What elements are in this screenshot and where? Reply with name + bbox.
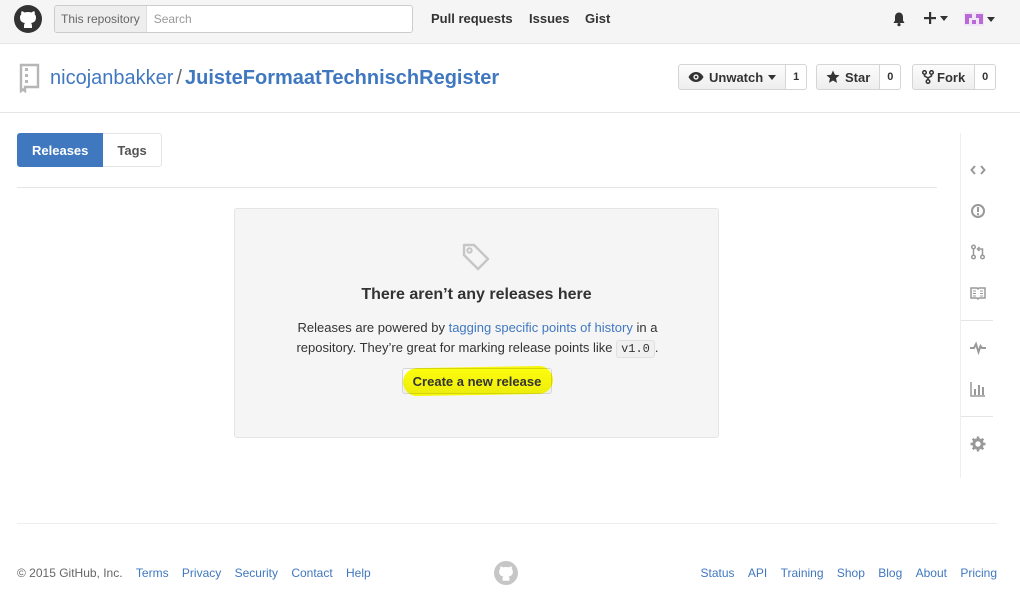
version-code: v1.0 <box>616 340 655 358</box>
search-input[interactable] <box>146 6 412 32</box>
tab-tags[interactable]: Tags <box>103 133 162 167</box>
search-box: This repository <box>54 5 413 33</box>
site-header: This repository Pull requests Issues Gis… <box>0 0 1020 44</box>
star-icon <box>826 70 840 83</box>
bell-icon[interactable] <box>891 11 907 27</box>
footer-right: Status API Training Shop Blog About Pric… <box>701 566 997 580</box>
pulse-icon[interactable] <box>970 341 986 355</box>
footer-link-privacy[interactable]: Privacy <box>182 566 221 580</box>
chevron-down-icon <box>768 74 777 80</box>
fork-count[interactable]: 0 <box>975 64 997 90</box>
blankslate-text-before: Releases are powered by <box>297 320 449 335</box>
unwatch-button[interactable]: Unwatch <box>678 64 787 90</box>
blankslate-text-after: . <box>654 340 659 355</box>
nav-issues[interactable]: Issues <box>529 11 569 26</box>
plus-icon[interactable] <box>923 11 948 25</box>
star-group: Star 0 <box>816 64 902 90</box>
footer-link-pricing[interactable]: Pricing <box>960 566 997 580</box>
footer-link-api[interactable]: API <box>748 566 767 580</box>
fork-group: Fork 0 <box>912 64 997 90</box>
issue-icon[interactable] <box>970 203 986 219</box>
create-release-label: Create a new release <box>412 373 542 389</box>
chevron-down-icon <box>940 15 948 21</box>
blankslate: There aren’t any releases here Releases … <box>234 208 719 438</box>
search-scope-label: This repository <box>55 6 147 32</box>
create-release-button[interactable]: Create a new release <box>402 368 552 394</box>
copyright: © 2015 GitHub, Inc. <box>17 566 123 580</box>
star-count[interactable]: 0 <box>880 64 902 90</box>
star-button[interactable]: Star <box>816 64 881 90</box>
wiki-icon[interactable] <box>970 286 986 300</box>
pull-request-icon[interactable] <box>970 244 986 260</box>
fork-icon <box>922 70 934 84</box>
footer-divider <box>17 523 997 524</box>
avatar-icon[interactable] <box>964 12 995 26</box>
blankslate-title: There aren’t any releases here <box>361 286 592 303</box>
repo-name-link[interactable]: JuisteFormaatTechnischRegister <box>185 67 499 89</box>
repo-separator: / <box>176 67 182 89</box>
repo-header: nicojanbakker / JuisteFormaatTechnischRegi… <box>0 44 1020 113</box>
releases-subnav: Releases Tags <box>17 133 162 167</box>
watch-count[interactable]: 1 <box>786 64 808 90</box>
graph-icon[interactable] <box>970 381 986 397</box>
footer-link-terms[interactable]: Terms <box>136 566 169 580</box>
footer-link-shop[interactable]: Shop <box>837 566 865 580</box>
code-icon[interactable] <box>970 163 986 177</box>
fork-button[interactable]: Fork <box>912 64 976 90</box>
nav-pull-requests[interactable]: Pull requests <box>431 11 513 26</box>
tagging-link[interactable]: tagging specific points of history <box>449 320 633 335</box>
repo-sidebar <box>960 133 993 478</box>
star-label: Star <box>845 69 871 85</box>
unwatch-label: Unwatch <box>709 69 764 85</box>
chevron-down-icon <box>987 16 995 22</box>
tag-icon <box>461 242 491 272</box>
rail-divider <box>961 320 993 321</box>
tab-releases[interactable]: Releases <box>17 133 104 167</box>
footer-link-training[interactable]: Training <box>781 566 824 580</box>
footer-link-contact[interactable]: Contact <box>291 566 332 580</box>
eye-icon <box>688 72 704 82</box>
footer-link-help[interactable]: Help <box>346 566 371 580</box>
fork-label: Fork <box>937 69 966 85</box>
rail-divider <box>961 416 993 417</box>
footer-link-about[interactable]: About <box>916 566 947 580</box>
footer-link-status[interactable]: Status <box>701 566 735 580</box>
footer-left: © 2015 GitHub, Inc. Terms Privacy Securi… <box>17 566 371 580</box>
footer-link-security[interactable]: Security <box>235 566 278 580</box>
repo-title: nicojanbakker / JuisteFormaatTechnischRegi… <box>50 66 499 90</box>
github-logo-icon[interactable] <box>14 5 42 33</box>
repo-owner-link[interactable]: nicojanbakker <box>50 67 173 89</box>
blankslate-description: Releases are powered by tagging specific… <box>275 318 680 359</box>
nav-gist[interactable]: Gist <box>585 11 610 26</box>
repo-icon <box>18 63 40 93</box>
divider <box>17 187 937 188</box>
github-mark-icon[interactable] <box>494 561 518 585</box>
settings-icon[interactable] <box>970 436 986 452</box>
footer-link-blog[interactable]: Blog <box>878 566 902 580</box>
watch-group: Unwatch 1 <box>678 64 808 90</box>
